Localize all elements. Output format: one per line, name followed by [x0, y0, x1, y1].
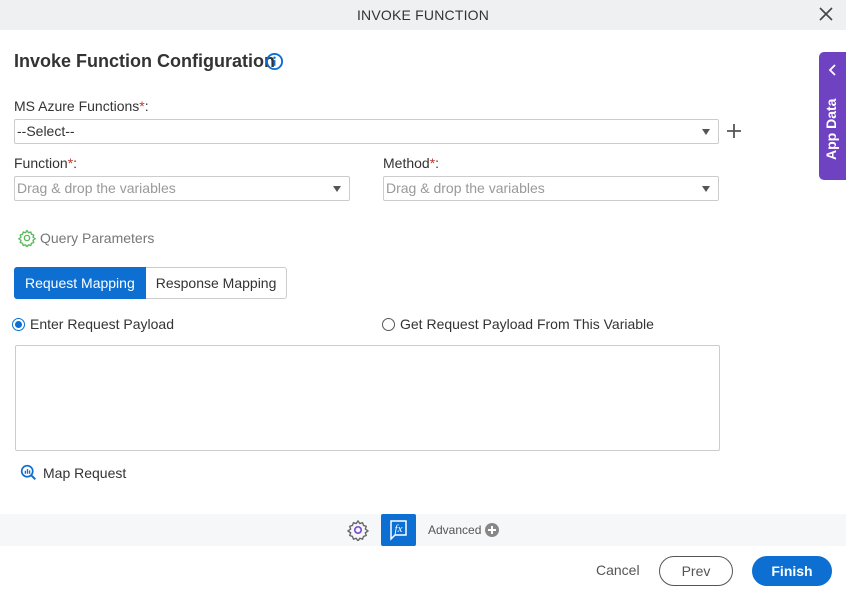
plus-circle-icon: [485, 523, 500, 537]
method-label-text: Method: [383, 155, 430, 171]
map-search-icon: [20, 464, 37, 481]
function-expression-button[interactable]: fx: [381, 514, 416, 546]
radio-label: Enter Request Payload: [30, 316, 174, 332]
query-parameters-label: Query Parameters: [40, 230, 155, 246]
advanced-toggle[interactable]: Advanced: [428, 523, 500, 537]
request-payload-textarea[interactable]: [15, 345, 720, 451]
cancel-button[interactable]: Cancel: [596, 562, 640, 578]
function-placeholder: Drag & drop the variables: [17, 180, 176, 196]
close-icon[interactable]: [818, 6, 834, 22]
app-data-panel-toggle[interactable]: App Data: [819, 52, 846, 180]
radio-label: Get Request Payload From This Variable: [400, 316, 654, 332]
azure-functions-label: MS Azure Functions*:: [14, 98, 149, 114]
chevron-down-icon: [702, 186, 710, 192]
radio-enter-request-payload[interactable]: Enter Request Payload: [12, 316, 174, 332]
prev-button[interactable]: Prev: [659, 556, 733, 586]
dialog-title: INVOKE FUNCTION: [356, 7, 490, 23]
info-icon[interactable]: [265, 52, 284, 71]
finish-button[interactable]: Finish: [752, 556, 832, 586]
map-request-label: Map Request: [43, 464, 127, 481]
plus-icon[interactable]: [726, 123, 742, 139]
method-placeholder: Drag & drop the variables: [386, 180, 545, 196]
chevron-down-icon: [333, 186, 341, 192]
gear-icon[interactable]: [347, 519, 369, 541]
advanced-label: Advanced: [428, 523, 482, 537]
function-label-text: Function: [14, 155, 68, 171]
method-label: Method*:: [383, 155, 439, 171]
azure-functions-value: --Select--: [17, 123, 75, 139]
radio-button[interactable]: [382, 317, 395, 331]
app-data-label: App Data: [823, 98, 839, 160]
svg-text:fx: fx: [395, 523, 403, 535]
map-request-link[interactable]: Map Request: [20, 464, 126, 481]
dialog-titlebar: INVOKE FUNCTION: [0, 0, 846, 30]
advanced-bar: [0, 514, 846, 546]
method-input[interactable]: Drag & drop the variables: [383, 176, 719, 201]
query-parameters-link[interactable]: Query Parameters: [18, 229, 154, 247]
page-title: Invoke Function Configuration: [14, 51, 275, 71]
chevron-down-icon: [702, 129, 710, 135]
radio-get-payload-from-variable[interactable]: Get Request Payload From This Variable: [382, 316, 654, 332]
label-suffix: :: [73, 155, 78, 171]
tab-response-mapping[interactable]: Response Mapping: [145, 267, 288, 299]
function-label: Function*:: [14, 155, 77, 171]
gear-icon: [18, 229, 36, 247]
tab-request-mapping[interactable]: Request Mapping: [14, 267, 146, 299]
radio-button-selected[interactable]: [12, 317, 25, 331]
mapping-tabs: Request Mapping Response Mapping: [14, 267, 288, 299]
chevron-left-icon: [828, 64, 836, 76]
azure-functions-label-text: MS Azure Functions: [14, 98, 140, 114]
label-suffix: :: [435, 155, 440, 171]
function-input[interactable]: Drag & drop the variables: [14, 176, 350, 201]
function-icon: fx: [390, 520, 407, 541]
azure-functions-select[interactable]: --Select--: [14, 119, 719, 144]
label-suffix: :: [144, 98, 149, 114]
